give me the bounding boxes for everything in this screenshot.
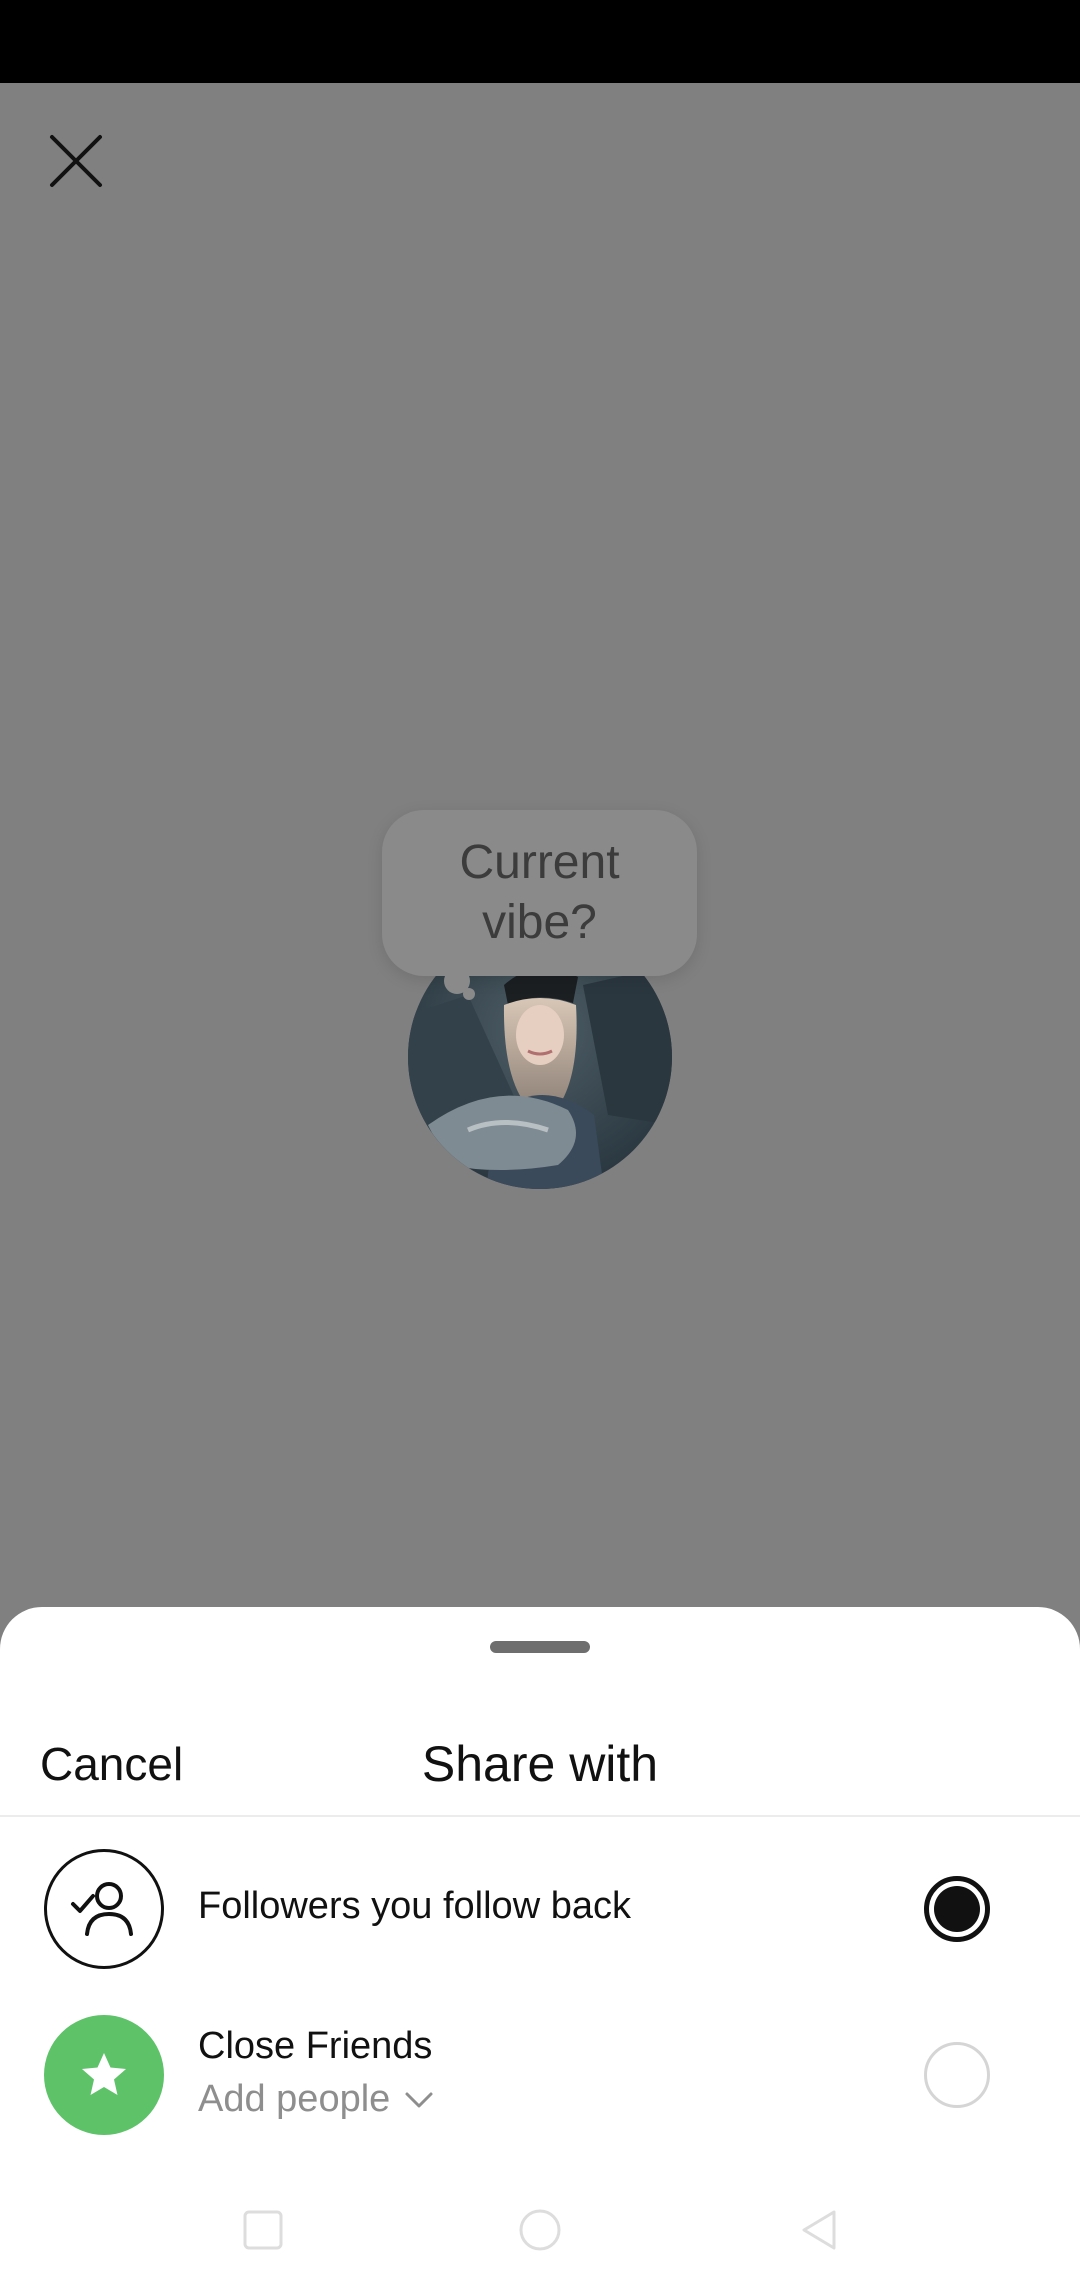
radio-selected[interactable] bbox=[924, 1876, 990, 1942]
system-nav-bar bbox=[0, 2180, 1080, 2280]
radio-dot bbox=[934, 1886, 980, 1932]
home-button[interactable] bbox=[510, 2200, 570, 2260]
star-icon bbox=[82, 2053, 126, 2095]
triangle-back-icon bbox=[802, 2210, 836, 2250]
add-people-label: Add people bbox=[198, 2078, 391, 2120]
option-followers-you-follow-back[interactable]: Followers you follow back bbox=[0, 1839, 1080, 1979]
prompt-text-line2: vibe? bbox=[482, 896, 597, 949]
circle-icon bbox=[519, 2209, 561, 2251]
option-label: Followers you follow back bbox=[198, 1885, 631, 1927]
chevron-down-icon bbox=[405, 2092, 433, 2107]
sheet-drag-handle[interactable] bbox=[490, 1641, 590, 1653]
option-label: Close Friends bbox=[198, 2025, 433, 2067]
option-close-friends[interactable]: Close Friends Add people bbox=[0, 2005, 1080, 2145]
add-people-link[interactable]: Add people bbox=[198, 2078, 434, 2121]
close-friends-option-icon bbox=[44, 2015, 164, 2135]
recents-button[interactable] bbox=[233, 2200, 293, 2260]
sheet-title: Share with bbox=[421, 1736, 659, 1792]
bubble-tail-dot-small bbox=[463, 988, 475, 1000]
person-check-icon bbox=[71, 1882, 133, 1936]
followers-option-icon bbox=[44, 1849, 164, 1969]
question-prompt-bubble[interactable]: Current vibe? bbox=[382, 810, 697, 976]
divider bbox=[0, 1815, 1080, 1817]
radio-unselected[interactable] bbox=[924, 2042, 990, 2108]
close-icon bbox=[50, 135, 102, 187]
square-icon bbox=[243, 2210, 283, 2250]
back-button[interactable] bbox=[790, 2200, 850, 2260]
status-bar bbox=[0, 0, 1080, 83]
close-button[interactable] bbox=[40, 125, 112, 197]
prompt-text-line1: Current bbox=[459, 836, 620, 889]
sheet-header: Cancel Share with bbox=[0, 1717, 1080, 1817]
